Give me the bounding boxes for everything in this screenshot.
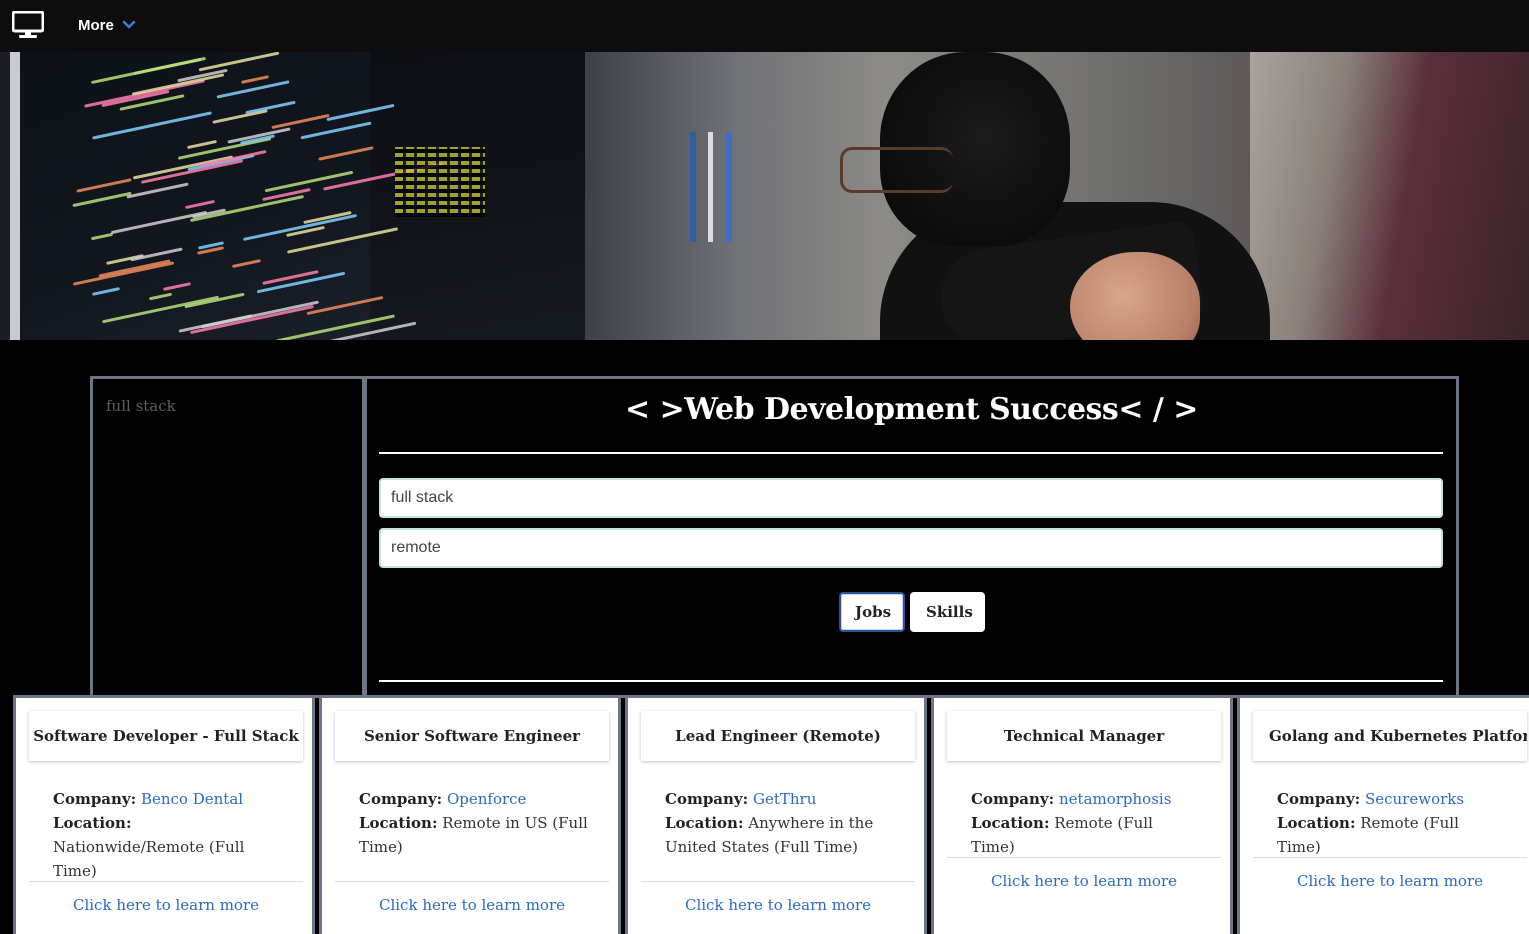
- job-title: Lead Engineer (Remote): [641, 711, 915, 761]
- job-card: Software Developer - Full Stack Company:…: [13, 695, 315, 934]
- location-label: Location:: [665, 814, 744, 832]
- learn-more-link[interactable]: Click here to learn more: [934, 872, 1230, 890]
- card-divider: [1253, 857, 1527, 858]
- job-card: Lead Engineer (Remote) Company: GetThru …: [625, 695, 927, 934]
- developer-glasses: [840, 147, 953, 193]
- location-label: Location:: [1277, 814, 1356, 832]
- card-divider: [947, 857, 1221, 858]
- job-details: Company: netamorphosis Location: Remote …: [971, 787, 1201, 859]
- chevron-down-icon: [122, 20, 136, 29]
- company-link[interactable]: Benco Dental: [141, 790, 243, 808]
- job-location: Nationwide/Remote (Full Time): [53, 838, 245, 880]
- learn-more-link[interactable]: Click here to learn more: [322, 896, 618, 914]
- page-title: < >Web Development Success< / >: [625, 392, 1198, 427]
- location-input[interactable]: remote: [379, 528, 1443, 568]
- keyword-input[interactable]: full stack: [379, 478, 1443, 518]
- company-label: Company:: [53, 790, 137, 808]
- learn-more-link[interactable]: Click here to learn more: [1240, 872, 1529, 890]
- company-link[interactable]: netamorphosis: [1059, 790, 1171, 808]
- monitor-code-screen: [10, 52, 380, 340]
- job-details: Company: GetThru Location: Anywhere in t…: [665, 787, 895, 859]
- terminal-grid: [395, 147, 485, 217]
- skills-button[interactable]: Skills: [910, 592, 985, 632]
- location-label: Location:: [971, 814, 1050, 832]
- job-details: Company: Secureworks Location: Remote (F…: [1277, 787, 1507, 859]
- location-label: Location:: [359, 814, 438, 832]
- company-label: Company:: [1277, 790, 1361, 808]
- company-label: Company:: [971, 790, 1055, 808]
- location-label: Location:: [53, 814, 132, 832]
- job-card: Golang and Kubernetes Platform Eng Compa…: [1237, 695, 1529, 934]
- search-panel: < >Web Development Success< / > full sta…: [364, 376, 1459, 698]
- company-label: Company:: [665, 790, 749, 808]
- company-link[interactable]: Secureworks: [1365, 790, 1464, 808]
- more-menu-button[interactable]: More: [78, 14, 136, 36]
- saved-search-item[interactable]: full stack: [106, 397, 176, 415]
- card-divider: [641, 881, 915, 882]
- learn-more-link[interactable]: Click here to learn more: [16, 896, 312, 914]
- job-title: Senior Software Engineer: [335, 711, 609, 761]
- job-details: Company: Openforce Location: Remote in U…: [359, 787, 589, 859]
- top-navbar: More: [0, 0, 1529, 52]
- job-card: Technical Manager Company: netamorphosis…: [931, 695, 1233, 934]
- bottom-divider: [379, 680, 1443, 682]
- job-details: Company: Benco Dental Location: Nationwi…: [53, 787, 283, 883]
- job-results: Software Developer - Full Stack Company:…: [13, 695, 1529, 934]
- company-label: Company:: [359, 790, 443, 808]
- saved-search-panel: full stack: [90, 376, 365, 698]
- background-person: [1250, 52, 1529, 340]
- job-card: Senior Software Engineer Company: Openfo…: [319, 695, 621, 934]
- company-link[interactable]: Openforce: [447, 790, 526, 808]
- job-title: Technical Manager: [947, 711, 1221, 761]
- card-divider: [335, 881, 609, 882]
- title-divider: [379, 452, 1443, 454]
- jobs-button[interactable]: Jobs: [839, 592, 905, 632]
- card-divider: [29, 881, 303, 882]
- desktop-monitor-icon[interactable]: [12, 11, 44, 39]
- job-title: Golang and Kubernetes Platform Eng: [1253, 711, 1527, 761]
- pen-holder: [690, 132, 750, 242]
- more-menu-label: More: [78, 16, 114, 34]
- company-link[interactable]: GetThru: [753, 790, 816, 808]
- hero-image: [0, 52, 1529, 340]
- job-title: Software Developer - Full Stack: [29, 711, 303, 761]
- learn-more-link[interactable]: Click here to learn more: [628, 896, 924, 914]
